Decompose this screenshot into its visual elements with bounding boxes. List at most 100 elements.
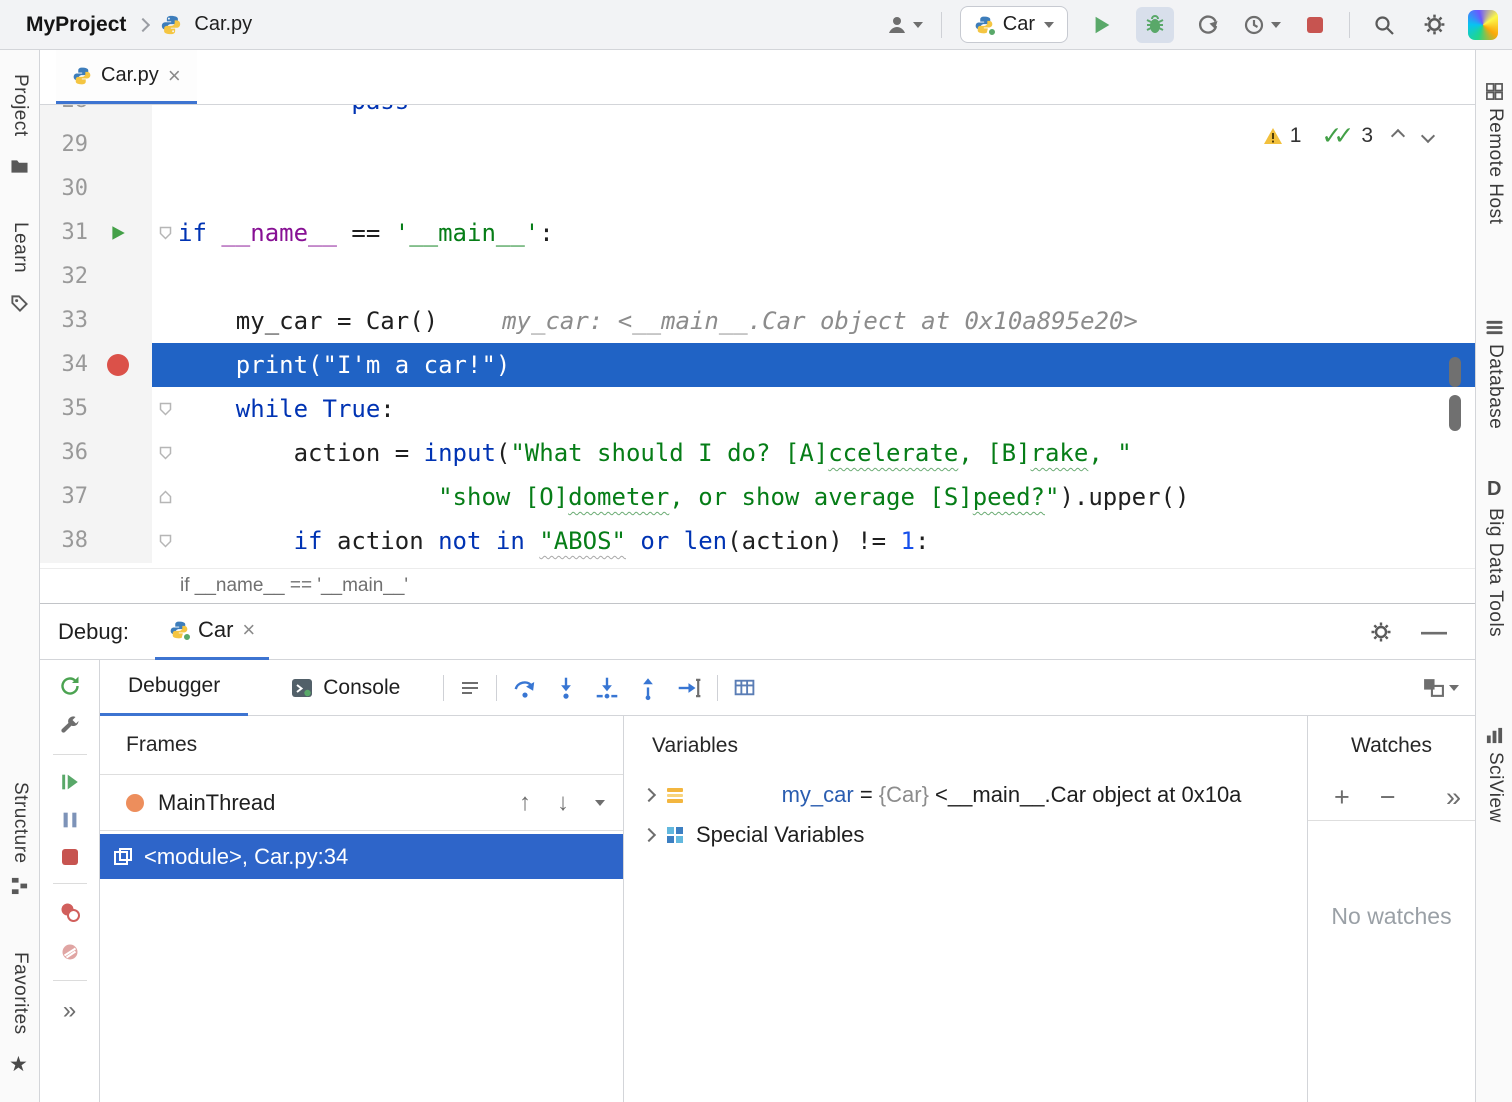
view-breakpoints-grid-button[interactable] [733, 676, 756, 699]
previous-frame-button[interactable]: ↑ [519, 789, 531, 817]
next-problem-icon[interactable] [1421, 129, 1435, 143]
step-into-button[interactable] [553, 675, 579, 701]
close-icon[interactable]: × [242, 619, 255, 641]
code-text[interactable]: my_car = Car() [178, 299, 438, 343]
folder-icon[interactable] [10, 158, 29, 175]
gutter[interactable]: 29 [40, 123, 152, 167]
gutter[interactable]: 36 [40, 431, 152, 475]
debug-configuration-button[interactable] [58, 714, 82, 738]
code-line-29[interactable]: 29 [40, 123, 1475, 167]
step-out-button[interactable] [635, 675, 661, 701]
gutter[interactable]: 32 [40, 255, 152, 299]
code-with-me-button[interactable] [885, 9, 923, 41]
database-icon[interactable] [1485, 318, 1504, 337]
gutter[interactable]: 37 [40, 475, 152, 519]
passed-indicator[interactable]: ✓✓ 3 [1321, 121, 1373, 151]
settings-button[interactable] [1418, 9, 1450, 41]
profiler-button[interactable] [1242, 9, 1281, 41]
warnings-indicator[interactable]: 1 [1263, 124, 1302, 148]
tool-window-database[interactable]: Database [1484, 344, 1506, 429]
breakpoint-icon[interactable] [88, 343, 148, 387]
tool-window-favorites[interactable]: Favorites [9, 952, 31, 1035]
debug-settings-button[interactable] [1369, 620, 1393, 644]
scrollbar-thumb[interactable] [1449, 357, 1461, 387]
stop-button[interactable] [1299, 9, 1331, 41]
project-breadcrumb[interactable]: MyProject [26, 13, 126, 37]
view-options-button[interactable] [459, 677, 481, 699]
code-line-32[interactable]: 32 [40, 255, 1475, 299]
view-breakpoints-button[interactable] [58, 900, 82, 924]
code-line-31[interactable]: 31 if __name__ == '__main__': [40, 211, 1475, 255]
code-text[interactable]: while True: [178, 387, 395, 431]
remove-watch-button[interactable]: − [1380, 782, 1396, 813]
gutter[interactable]: 38 [40, 519, 152, 563]
code-text[interactable]: "show [O]dometer, or show average [S]pee… [178, 475, 1189, 519]
resume-button[interactable] [59, 771, 81, 793]
structure-icon[interactable] [10, 876, 29, 895]
tab-debugger[interactable]: Debugger [100, 660, 248, 716]
expand-chevron-icon[interactable] [642, 828, 656, 842]
tool-window-sciview[interactable]: SciView [1484, 752, 1506, 823]
tool-window-structure[interactable]: Structure [9, 782, 31, 864]
more-watches-button[interactable]: » [1446, 782, 1461, 813]
code-line-28[interactable]: 28 pass [40, 105, 1475, 123]
file-breadcrumb[interactable]: Car.py [194, 13, 252, 36]
hide-icon[interactable]: — [1421, 616, 1447, 647]
inspections-widget[interactable]: 1 ✓✓ 3 [1263, 121, 1433, 151]
add-watch-button[interactable]: + [1334, 782, 1350, 813]
stack-frame-row[interactable]: <module>, Car.py:34 [100, 834, 623, 879]
step-into-my-code-button[interactable] [594, 675, 620, 701]
code-line-33[interactable]: 33 my_car = Car()my_car: <__main__.Car o… [40, 299, 1475, 343]
close-icon[interactable]: × [168, 65, 181, 87]
debug-session-tab[interactable]: Car × [155, 604, 269, 660]
more-actions-button[interactable]: » [63, 997, 76, 1025]
code-line-30[interactable]: 30 [40, 167, 1475, 211]
gutter[interactable]: 28 [40, 105, 152, 123]
code-text[interactable]: action = input("What should I do? [A]cce… [178, 431, 1132, 475]
code-line-35[interactable]: 35 while True: [40, 387, 1475, 431]
coverage-button[interactable] [1192, 9, 1224, 41]
code-editor[interactable]: 28 pass293031if __name__ == '__main__':3… [40, 105, 1475, 568]
tool-window-learn[interactable]: Learn [9, 222, 31, 273]
code-text[interactable]: if __name__ == '__main__': [178, 211, 554, 255]
chevron-down-icon[interactable] [595, 800, 605, 811]
run-line-icon[interactable] [88, 211, 148, 255]
star-icon[interactable]: ★ [9, 1052, 28, 1077]
tag-icon[interactable] [10, 294, 29, 313]
code-text[interactable]: if action not in "ABOS" or len(action) !… [178, 519, 929, 563]
pause-button[interactable] [59, 809, 81, 831]
gutter[interactable]: 34 [40, 343, 152, 387]
code-line-34[interactable]: 34 print("I'm a car!") [40, 343, 1475, 387]
gutter[interactable]: 31 [40, 211, 152, 255]
gutter[interactable]: 35 [40, 387, 152, 431]
gutter[interactable]: 30 [40, 167, 152, 211]
previous-problem-icon[interactable] [1391, 129, 1405, 143]
tool-window-project[interactable]: Project [9, 74, 31, 137]
stop-button[interactable] [60, 847, 80, 867]
mute-breakpoints-button[interactable] [58, 940, 82, 964]
rerun-button[interactable] [58, 674, 82, 698]
sciview-icon[interactable] [1485, 726, 1504, 745]
variable-row[interactable]: my_car = {Car} <__main__.Car object at 0… [624, 775, 1307, 815]
expand-chevron-icon[interactable] [642, 788, 656, 802]
tab-console[interactable]: Console [263, 660, 428, 716]
thread-selector[interactable]: MainThread ↑ ↓ [100, 775, 623, 831]
run-button[interactable] [1086, 9, 1118, 41]
code-text[interactable]: pass [178, 105, 409, 123]
breadcrumb[interactable]: if __name__ == '__main__' [180, 575, 408, 597]
scrollbar-thumb[interactable] [1449, 395, 1461, 431]
editor-tab-carpy[interactable]: Car.py × [56, 50, 197, 104]
code-line-38[interactable]: 38 if action not in "ABOS" or len(action… [40, 519, 1475, 563]
big-data-tools-icon[interactable]: D [1487, 478, 1501, 501]
run-config-selector[interactable]: Car [960, 6, 1068, 43]
gutter[interactable]: 33 [40, 299, 152, 343]
special-variables-row[interactable]: Special Variables [624, 815, 1307, 855]
remote-host-icon[interactable] [1485, 82, 1504, 101]
step-over-button[interactable] [512, 675, 538, 701]
next-frame-button[interactable]: ↓ [557, 789, 569, 817]
run-to-cursor-button[interactable] [676, 675, 702, 701]
code-text[interactable]: print("I'm a car!") [178, 343, 510, 387]
tool-window-big-data-tools[interactable]: Big Data Tools [1484, 508, 1506, 637]
layout-settings-button[interactable] [1422, 676, 1459, 699]
search-everywhere-button[interactable] [1368, 9, 1400, 41]
